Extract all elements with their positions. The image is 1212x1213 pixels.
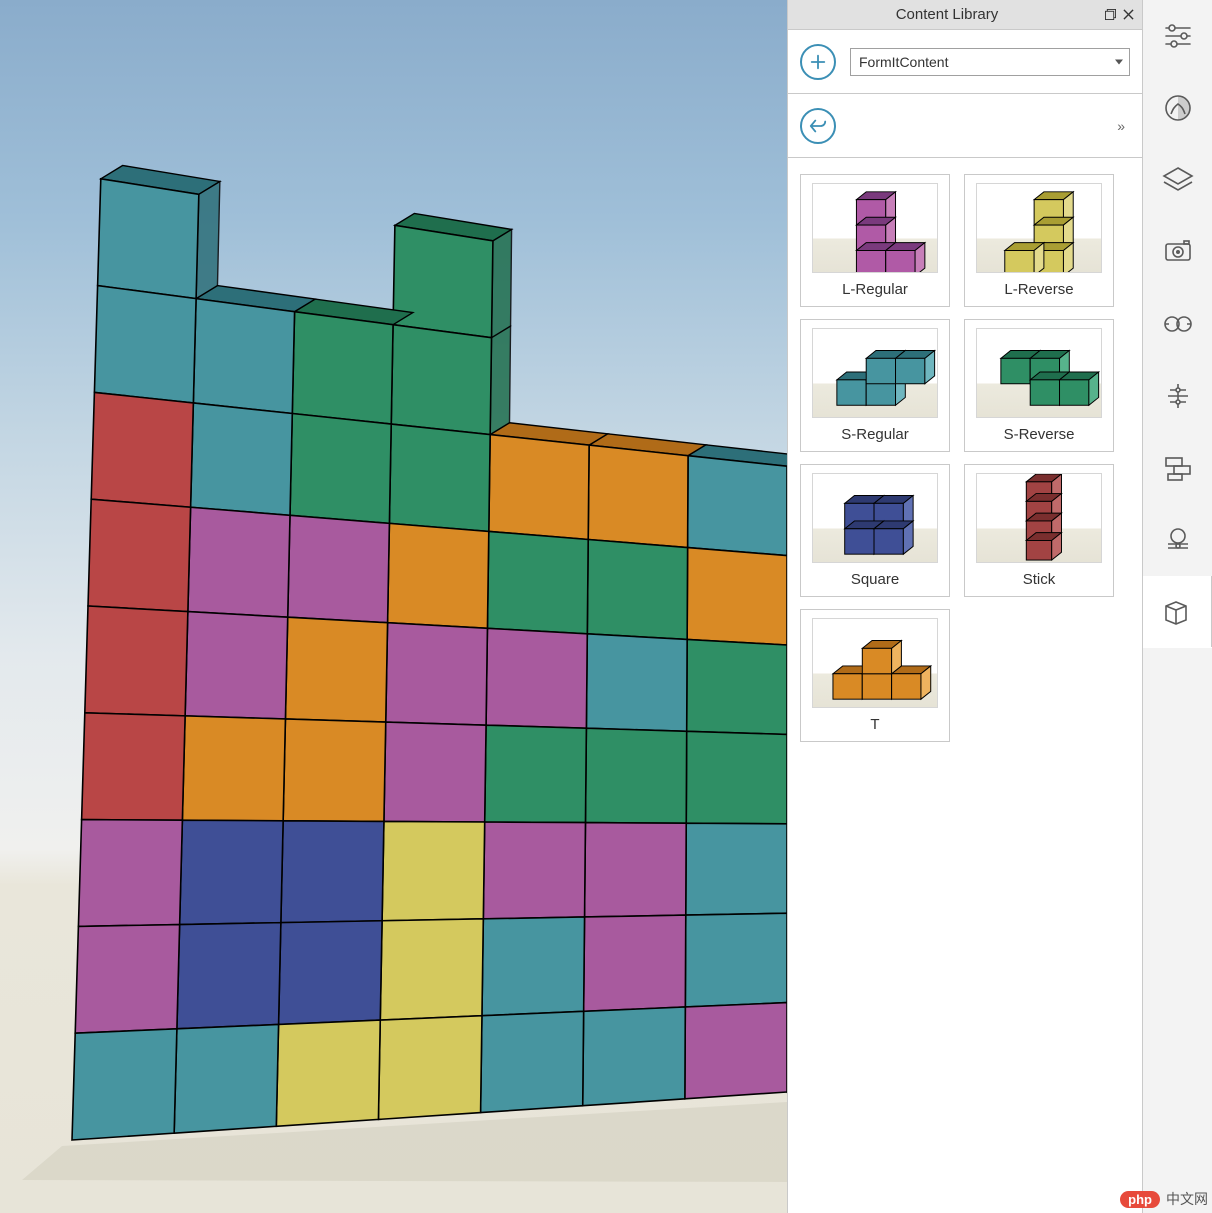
groups-tab[interactable] — [1143, 432, 1212, 504]
watermark-text: 中文网 — [1166, 1189, 1208, 1209]
l-reverse-thumb — [976, 183, 1102, 273]
section-icon — [1162, 524, 1194, 556]
library-item-s-reverse[interactable]: S-Reverse — [964, 319, 1114, 452]
content-library-icon — [1162, 596, 1194, 628]
library-grid-container: L-Regular L-Reverse S-Regular — [788, 158, 1142, 1213]
add-content-button[interactable] — [800, 44, 836, 80]
library-item-t-piece[interactable]: T — [800, 609, 950, 742]
layers-tab[interactable] — [1143, 144, 1212, 216]
stick-thumb — [976, 473, 1102, 563]
levels-tab[interactable] — [1143, 360, 1212, 432]
layers-icon — [1162, 164, 1194, 196]
panel-title: Content Library — [794, 6, 1100, 23]
library-item-s-regular[interactable]: S-Regular — [800, 319, 950, 452]
levels-icon — [1162, 380, 1194, 412]
l-regular-thumb — [812, 183, 938, 273]
dropdown-value: FormItContent — [859, 54, 948, 70]
watermark-pill: php — [1120, 1191, 1160, 1208]
close-panel-button[interactable] — [1120, 7, 1136, 23]
materials-icon — [1162, 92, 1194, 124]
right-tool-rail — [1142, 0, 1212, 1213]
s-regular-thumb — [812, 328, 938, 418]
library-item-label: S-Regular — [841, 426, 909, 443]
library-item-stick[interactable]: Stick — [964, 464, 1114, 597]
library-item-label: T — [870, 716, 879, 733]
chevron-down-icon — [1115, 59, 1123, 64]
section-tab[interactable] — [1143, 504, 1212, 576]
panel-nav: » — [788, 94, 1142, 158]
library-item-label: L-Regular — [842, 281, 908, 298]
library-item-square[interactable]: Square — [800, 464, 950, 597]
scenes-tab[interactable] — [1143, 216, 1212, 288]
library-item-label: Square — [851, 571, 899, 588]
library-item-label: L-Reverse — [1004, 281, 1073, 298]
library-item-l-reverse[interactable]: L-Reverse — [964, 174, 1114, 307]
viewport-3d[interactable] — [0, 0, 787, 1213]
library-item-l-regular[interactable]: L-Regular — [800, 174, 950, 307]
more-button[interactable]: » — [1113, 114, 1130, 138]
undock-button[interactable] — [1102, 7, 1118, 23]
library-item-label: Stick — [1023, 571, 1056, 588]
panel-titlebar: Content Library — [788, 0, 1142, 30]
back-button[interactable] — [800, 108, 836, 144]
library-source-dropdown[interactable]: FormItContent — [850, 48, 1130, 76]
panel-toolbar: FormItContent — [788, 30, 1142, 94]
content-library-tab[interactable] — [1143, 576, 1212, 648]
groups-icon — [1162, 452, 1194, 484]
square-thumb — [812, 473, 938, 563]
watermark: php 中文网 — [1120, 1189, 1208, 1209]
materials-tab[interactable] — [1143, 72, 1212, 144]
properties-icon — [1162, 20, 1194, 52]
content-library-panel: Content Library FormItContent » — [787, 0, 1142, 1213]
scenes-icon — [1162, 236, 1194, 268]
visual-styles-tab[interactable] — [1143, 288, 1212, 360]
scene-canvas — [0, 0, 787, 1213]
library-item-label: S-Reverse — [1004, 426, 1075, 443]
properties-tab[interactable] — [1143, 0, 1212, 72]
visual-styles-icon — [1162, 308, 1194, 340]
t-piece-thumb — [812, 618, 938, 708]
s-reverse-thumb — [976, 328, 1102, 418]
